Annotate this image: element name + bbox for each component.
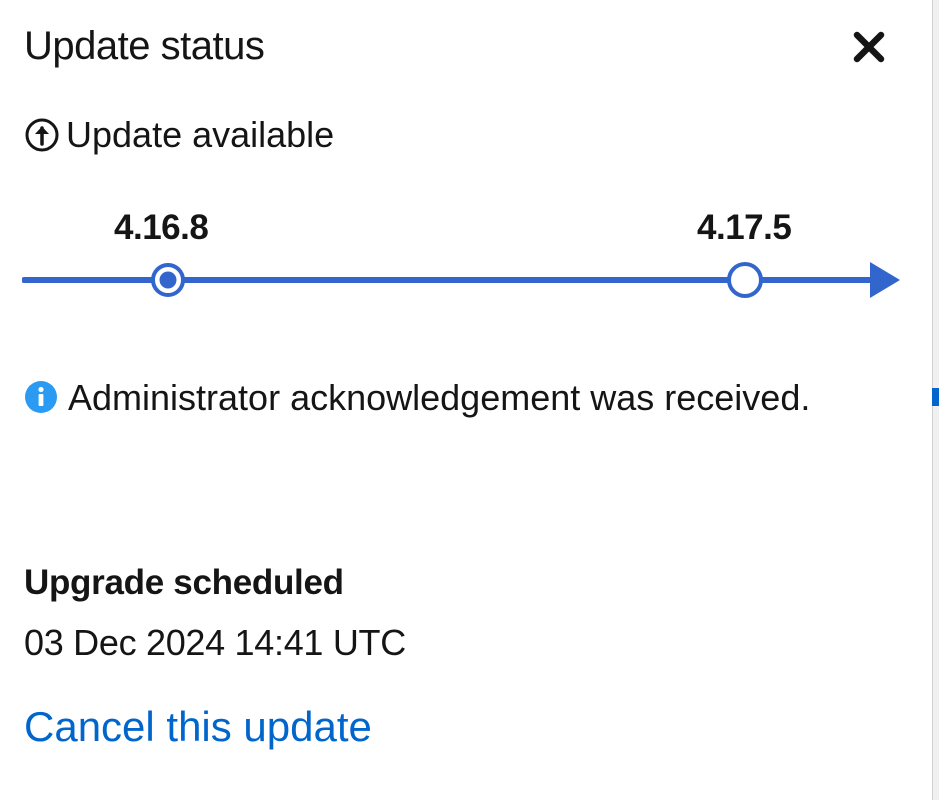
upgrade-scheduled-time: 03 Dec 2024 14:41 UTC xyxy=(24,622,406,663)
target-version-node[interactable] xyxy=(727,262,763,298)
version-timeline xyxy=(22,262,900,298)
panel-title: Update status xyxy=(24,24,265,68)
info-circle-icon xyxy=(25,381,57,413)
resize-handle[interactable] xyxy=(932,388,939,406)
timeline-arrowhead xyxy=(870,262,900,298)
target-version-label: 4.17.5 xyxy=(697,208,792,247)
cancel-update-link[interactable]: Cancel this update xyxy=(24,700,372,754)
close-button[interactable] xyxy=(846,24,892,70)
current-version-label: 4.16.8 xyxy=(114,208,209,247)
update-status-text: Update available xyxy=(66,114,335,155)
update-status-row: Update available xyxy=(24,112,334,158)
update-status-panel: Update status Update available 4.16.8 4.… xyxy=(0,0,932,800)
current-version-node xyxy=(151,263,185,297)
upgrade-scheduled-title: Upgrade scheduled xyxy=(24,563,344,602)
close-icon xyxy=(853,31,885,63)
acknowledgement-info: Administrator acknowledgement was receiv… xyxy=(24,368,824,428)
arrow-circle-up-icon xyxy=(25,118,59,152)
acknowledgement-message: Administrator acknowledgement was receiv… xyxy=(68,377,811,418)
